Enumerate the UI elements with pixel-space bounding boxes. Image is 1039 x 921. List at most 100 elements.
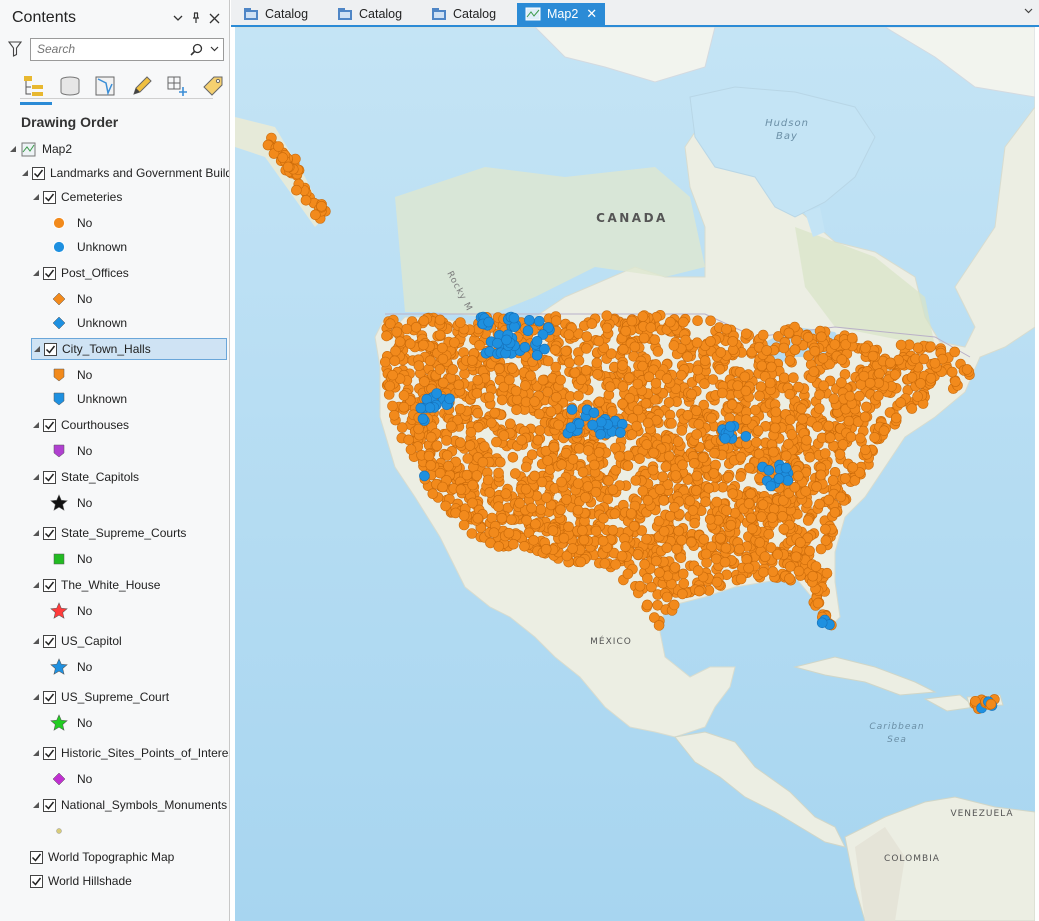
map-point-marker: [449, 337, 460, 348]
visibility-checkbox[interactable]: [43, 578, 56, 592]
visibility-checkbox[interactable]: [32, 166, 45, 180]
map-point-marker: [719, 556, 731, 568]
options-dropdown-icon[interactable]: [169, 9, 187, 27]
map-point-marker: [714, 363, 726, 375]
tab-list-chevron-icon[interactable]: [1024, 6, 1033, 17]
map-canvas[interactable]: Hudson Bay CANADA Rocky M MÉXICO Caribbe…: [235, 27, 1035, 921]
map-point-marker: [516, 434, 527, 446]
legend-class-item[interactable]: No: [49, 440, 92, 462]
layer-historic-sites-points-of-interest[interactable]: Historic_Sites_Points_of_Interest: [31, 742, 229, 764]
expand-caret-icon[interactable]: [31, 473, 41, 481]
legend-class-item[interactable]: Unknown: [49, 236, 127, 258]
expand-caret-icon[interactable]: [31, 693, 41, 701]
layer-the-white-house[interactable]: The_White_House: [31, 574, 160, 596]
map-point-marker: [735, 451, 747, 463]
map-point-marker: [443, 460, 454, 472]
tab-catalog-1[interactable]: Catalog: [235, 3, 316, 25]
map-view[interactable]: Hudson Bay CANADA Rocky M MÉXICO Caribbe…: [235, 27, 1035, 921]
expand-caret-icon[interactable]: [32, 345, 42, 353]
visibility-checkbox[interactable]: [43, 418, 56, 432]
pin-icon[interactable]: [187, 9, 205, 27]
map-point-marker: [498, 430, 510, 441]
list-by-labeling-icon[interactable]: [200, 72, 228, 100]
map-point-marker: [786, 429, 798, 440]
expand-caret-icon[interactable]: [31, 193, 41, 201]
map-point-marker: [770, 406, 782, 418]
legend-class-item[interactable]: No: [49, 656, 92, 678]
layer-courthouses[interactable]: Courthouses: [31, 414, 129, 436]
map-point-marker: [580, 364, 592, 376]
expand-caret-icon[interactable]: [31, 637, 41, 645]
expand-caret-icon[interactable]: [8, 145, 18, 153]
legend-class-item[interactable]: No: [49, 364, 92, 386]
layer-state-supreme-courts[interactable]: State_Supreme_Courts: [31, 522, 186, 544]
tab-map2-active[interactable]: Map2 ✕: [517, 3, 606, 25]
map-point-marker: [467, 497, 478, 509]
layer-us-supreme-court[interactable]: US_Supreme_Court: [31, 686, 169, 708]
legend-class-item[interactable]: Unknown: [49, 312, 127, 334]
tab-catalog-2[interactable]: Catalog: [329, 3, 410, 25]
map-point-marker: [606, 406, 618, 417]
layer-city-town-halls[interactable]: City_Town_Halls: [31, 338, 227, 360]
search-icon[interactable]: [187, 40, 205, 58]
legend-class-item[interactable]: No: [49, 768, 92, 790]
layer-cemeteries[interactable]: Cemeteries: [31, 186, 122, 208]
visibility-checkbox[interactable]: [43, 798, 56, 812]
layer-state-capitols[interactable]: State_Capitols: [31, 466, 139, 488]
expand-caret-icon[interactable]: [31, 581, 41, 589]
map-point-marker: [687, 505, 699, 516]
visibility-checkbox[interactable]: [30, 850, 43, 864]
legend-class-item[interactable]: [49, 820, 77, 842]
visibility-checkbox[interactable]: [43, 470, 56, 484]
map-point-marker: [458, 510, 470, 521]
map-point-marker: [380, 356, 391, 368]
search-options-chevron-icon[interactable]: [205, 44, 223, 55]
legend-class-item[interactable]: No: [49, 288, 92, 310]
list-by-data-source-icon[interactable]: [56, 72, 84, 100]
expand-caret-icon[interactable]: [31, 801, 41, 809]
list-by-drawing-order-icon[interactable]: [20, 72, 52, 105]
map-point-marker: [642, 417, 654, 429]
legend-class-item[interactable]: No: [49, 492, 92, 514]
layer-us-capitol[interactable]: US_Capitol: [31, 630, 122, 652]
tab-catalog-3[interactable]: Catalog: [423, 3, 504, 25]
map-point-marker: [727, 488, 739, 500]
expand-caret-icon[interactable]: [31, 269, 41, 277]
tab-label: Catalog: [453, 7, 497, 21]
list-by-snapping-icon[interactable]: [164, 72, 192, 100]
map-point-marker: [772, 549, 784, 560]
legend-class-item[interactable]: No: [49, 212, 92, 234]
filter-icon[interactable]: [8, 40, 24, 58]
tree-group-layer[interactable]: Landmarks and Government Buildings: [20, 162, 229, 184]
close-icon[interactable]: [205, 9, 223, 27]
map-point-marker: [692, 565, 704, 576]
expand-caret-icon[interactable]: [31, 529, 41, 537]
visibility-checkbox[interactable]: [43, 690, 56, 704]
search-input[interactable]: [37, 42, 187, 56]
legend-class-item[interactable]: No: [49, 600, 92, 622]
map-point-marker: [563, 521, 574, 533]
map-point-marker: [542, 455, 554, 466]
map-point-marker: [504, 374, 515, 386]
visibility-checkbox[interactable]: [43, 634, 56, 648]
visibility-checkbox[interactable]: [43, 746, 56, 760]
visibility-checkbox[interactable]: [43, 190, 56, 204]
visibility-checkbox[interactable]: [43, 266, 56, 280]
expand-caret-icon[interactable]: [20, 169, 30, 177]
visibility-checkbox[interactable]: [43, 526, 56, 540]
legend-class-item[interactable]: No: [49, 548, 92, 570]
list-by-editing-icon[interactable]: [128, 72, 156, 100]
close-tab-icon[interactable]: ✕: [586, 6, 597, 22]
visibility-checkbox[interactable]: [30, 874, 43, 888]
expand-caret-icon[interactable]: [31, 421, 41, 429]
layer-national-symbols-monuments[interactable]: National_Symbols_Monuments: [31, 794, 227, 816]
basemap-layer[interactable]: World Topographic Map: [30, 846, 174, 868]
visibility-checkbox[interactable]: [44, 342, 57, 356]
layer-post-offices[interactable]: Post_Offices: [31, 262, 129, 284]
expand-caret-icon[interactable]: [31, 749, 41, 757]
legend-class-item[interactable]: No: [49, 712, 92, 734]
legend-class-item[interactable]: Unknown: [49, 388, 127, 410]
basemap-layer[interactable]: World Hillshade: [30, 870, 132, 892]
tree-map-node[interactable]: Map2: [8, 138, 72, 160]
list-by-selection-icon[interactable]: [92, 72, 120, 100]
